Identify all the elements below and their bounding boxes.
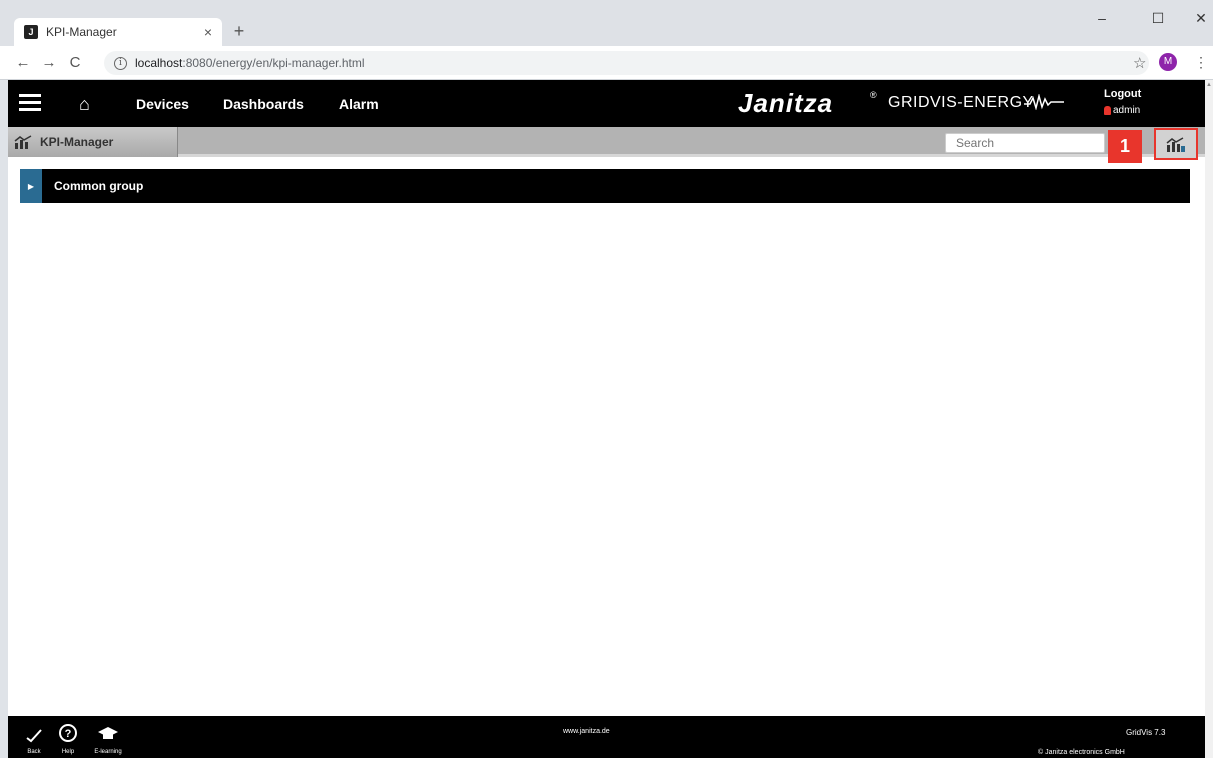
tab-close-icon[interactable]: ×	[204, 24, 212, 40]
profile-avatar[interactable]: M	[1159, 53, 1177, 71]
new-tab-button[interactable]: +	[228, 20, 250, 42]
browser-menu-icon[interactable]: ⋮	[1194, 54, 1208, 71]
expand-chevron-icon[interactable]: ▶	[20, 169, 42, 203]
forward-arrow-icon[interactable]: →	[40, 54, 58, 71]
add-kpi-button[interactable]	[1154, 128, 1198, 160]
footer-url-link[interactable]: www.janitza.de	[563, 728, 610, 735]
footer-version: GridVis 7.3	[1126, 728, 1166, 737]
subtab-label: KPI-Manager	[40, 135, 114, 149]
browser-tab[interactable]: J KPI-Manager ×	[14, 18, 222, 46]
user-name: admin	[1113, 105, 1141, 116]
group-label: Common group	[54, 179, 144, 193]
check-back-icon	[26, 729, 42, 743]
user-icon	[1104, 106, 1111, 115]
waveform-icon	[1024, 94, 1064, 110]
scroll-up-icon[interactable]: ▲	[1206, 82, 1212, 88]
kpi-chart-icon	[14, 135, 32, 149]
step-marker: 1	[1108, 130, 1142, 163]
nav-devices[interactable]: Devices	[136, 96, 189, 112]
janitza-favicon-icon: J	[24, 25, 38, 39]
footer-help-label: Help	[61, 749, 75, 755]
reload-icon[interactable]: C	[66, 54, 84, 71]
logout-link[interactable]: Logout	[1104, 88, 1141, 100]
nav-alarm[interactable]: Alarm	[339, 96, 379, 112]
footer-copyright: © Janitza electronics GmbH	[1038, 749, 1125, 756]
footer-elearning-button[interactable]: E-learning	[88, 723, 128, 755]
kpi-add-icon	[1166, 137, 1185, 152]
back-arrow-icon[interactable]: ←	[14, 54, 32, 71]
graduation-cap-icon	[98, 727, 118, 739]
search-input[interactable]	[945, 133, 1105, 153]
bookmark-star-icon[interactable]: ☆	[1133, 54, 1146, 72]
svg-text:?: ?	[65, 728, 72, 740]
footer: Back ? Help E-learning www.janitza.de Gr…	[8, 716, 1205, 758]
url-path: :8080/energy/en/kpi-manager.html	[182, 56, 365, 70]
footer-elearning-label: E-learning	[94, 749, 122, 755]
hamburger-menu-icon[interactable]	[19, 94, 41, 112]
top-navigation: ⌂ Devices Dashboards Alarm Janitza ® GRI…	[8, 80, 1205, 127]
window-close-icon[interactable]: ✕	[1189, 10, 1213, 27]
help-icon: ?	[59, 724, 77, 742]
group-common[interactable]: ▶ Common group	[20, 169, 1190, 203]
brand-registered: ®	[870, 90, 877, 100]
address-bar: ← → C i localhost:8080/energy/en/kpi-man…	[0, 46, 1213, 80]
home-icon[interactable]: ⌂	[79, 94, 90, 115]
url-host: localhost	[135, 56, 183, 70]
nav-dashboards[interactable]: Dashboards	[223, 96, 304, 112]
app-viewport: ⌂ Devices Dashboards Alarm Janitza ® GRI…	[8, 80, 1205, 758]
tab-kpi-manager[interactable]: KPI-Manager	[8, 127, 178, 157]
footer-help-button[interactable]: ? Help	[48, 723, 88, 755]
tab-title: KPI-Manager	[46, 25, 117, 39]
maximize-icon[interactable]: ☐	[1146, 10, 1170, 27]
page-scrollbar[interactable]	[1205, 80, 1213, 758]
product-name: GRIDVIS-ENERGY	[888, 94, 1034, 111]
sub-toolbar: KPI-Manager	[8, 127, 1205, 157]
minimize-icon[interactable]: –	[1090, 10, 1114, 26]
url-input[interactable]: i localhost:8080/energy/en/kpi-manager.h…	[104, 51, 1149, 75]
site-info-icon[interactable]: i	[114, 56, 127, 70]
browser-tabbar: J KPI-Manager × + – ☐ ✕	[0, 0, 1213, 46]
brand-logo: Janitza	[738, 88, 834, 118]
